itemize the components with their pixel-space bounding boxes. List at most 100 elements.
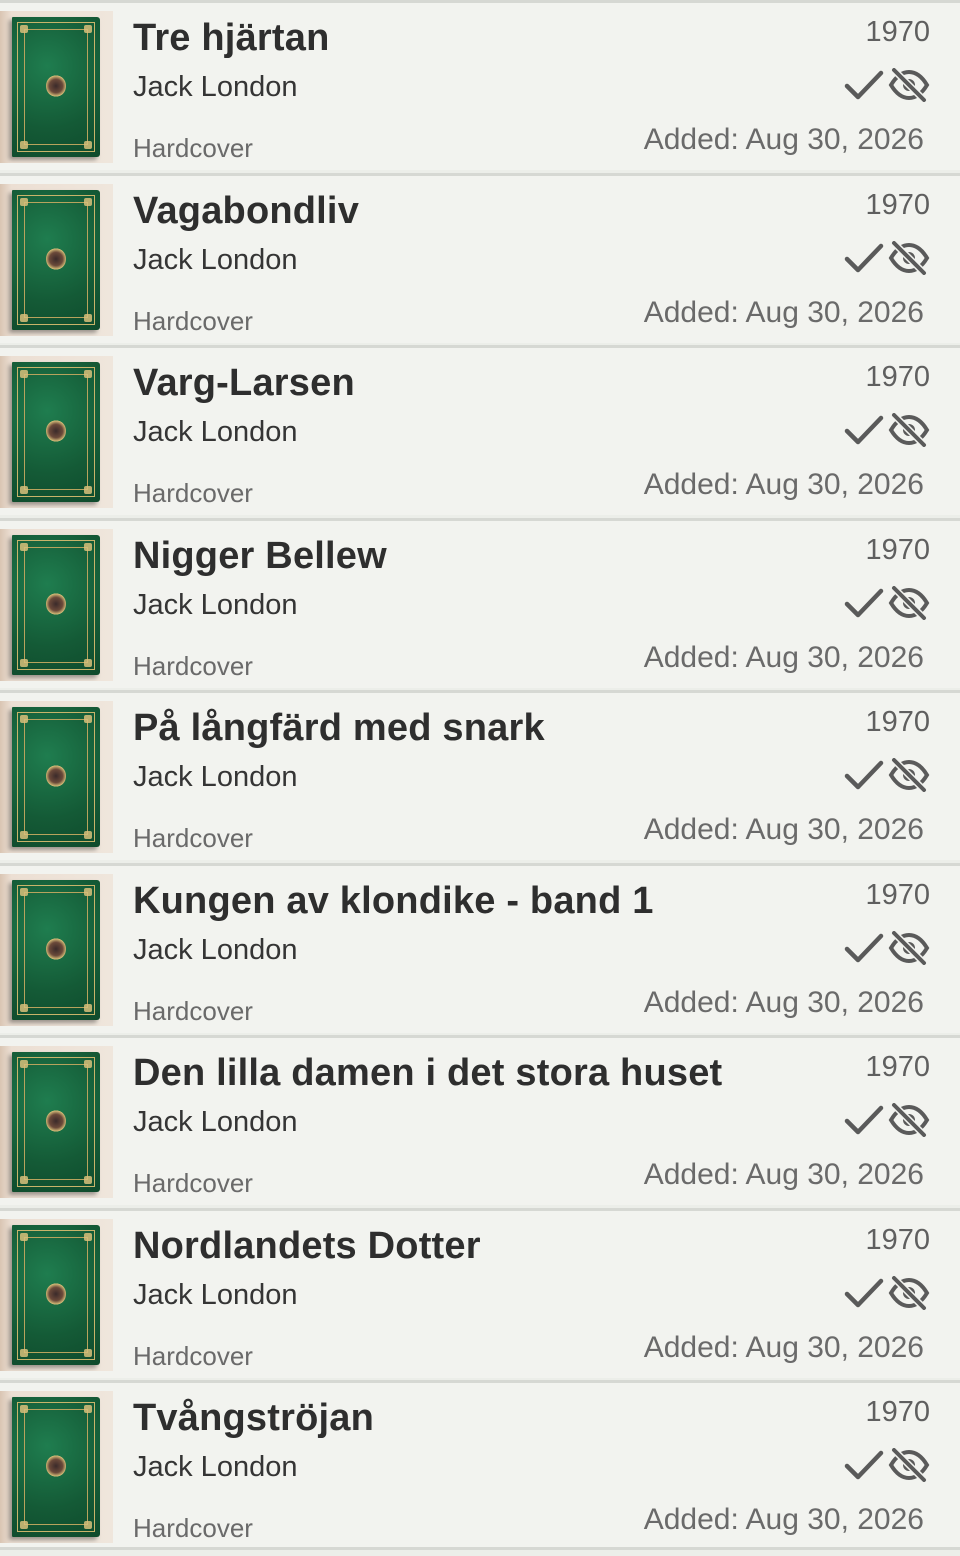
- book-year: 1970: [865, 706, 930, 738]
- cover-emblem: [46, 248, 66, 270]
- book-author: Jack London: [133, 934, 298, 966]
- check-icon[interactable]: [844, 68, 884, 102]
- book-title: Den lilla damen i det stora huset: [133, 1052, 723, 1094]
- status-icons: [844, 238, 930, 278]
- cover-ornament: [84, 888, 92, 896]
- status-icons: [844, 1445, 930, 1485]
- cover-emblem: [46, 75, 66, 97]
- check-icon[interactable]: [844, 413, 884, 447]
- date-added: Added: Aug 30, 2026: [643, 813, 924, 846]
- book-cover-thumbnail[interactable]: [0, 1046, 113, 1198]
- book-list-item[interactable]: Vagabondliv Jack London Hardcover 1970 A…: [0, 173, 960, 343]
- cover-ornament: [84, 25, 92, 33]
- cover-ornament: [84, 715, 92, 723]
- eye-off-icon[interactable]: [888, 586, 930, 620]
- check-icon[interactable]: [844, 241, 884, 275]
- book-list: Tre hjärtan Jack London Hardcover 1970 A…: [0, 0, 960, 1556]
- date-added: Added: Aug 30, 2026: [643, 1331, 924, 1364]
- check-icon[interactable]: [844, 1448, 884, 1482]
- cover-ornament: [84, 314, 92, 322]
- cover-ornament: [84, 198, 92, 206]
- cover-emblem: [46, 765, 66, 787]
- eye-off-icon[interactable]: [888, 1448, 930, 1482]
- eye-off-icon[interactable]: [888, 931, 930, 965]
- eye-off-icon[interactable]: [888, 1276, 930, 1310]
- cover-ornament: [84, 1004, 92, 1012]
- book-cover-thumbnail[interactable]: [0, 356, 113, 508]
- cover-ornament: [20, 198, 28, 206]
- cover-ornament: [84, 659, 92, 667]
- cover-emblem: [46, 420, 66, 442]
- date-added: Added: Aug 30, 2026: [643, 986, 924, 1019]
- cover-ornament: [20, 370, 28, 378]
- cover-emblem: [46, 1283, 66, 1305]
- book-format: Hardcover: [133, 306, 253, 336]
- book-list-item[interactable]: Kungen av klondike - band 1 Jack London …: [0, 863, 960, 1033]
- date-added: Added: Aug 30, 2026: [643, 641, 924, 674]
- check-icon[interactable]: [844, 758, 884, 792]
- book-title: Tre hjärtan: [133, 17, 330, 59]
- eye-off-icon[interactable]: [888, 241, 930, 275]
- book-cover-thumbnail[interactable]: [0, 529, 113, 681]
- book-cover-thumbnail[interactable]: [0, 701, 113, 853]
- book-author: Jack London: [133, 244, 298, 276]
- book-cover-thumbnail[interactable]: [0, 874, 113, 1026]
- cover-ornament: [20, 831, 28, 839]
- check-icon[interactable]: [844, 586, 884, 620]
- eye-off-icon[interactable]: [888, 758, 930, 792]
- book-author: Jack London: [133, 1279, 298, 1311]
- cover-ornament: [20, 314, 28, 322]
- book-format: Hardcover: [133, 1341, 253, 1371]
- cover-emblem: [46, 1455, 66, 1477]
- status-icons: [844, 410, 930, 450]
- cover-ornament: [20, 1233, 28, 1241]
- date-added: Added: Aug 30, 2026: [643, 1158, 924, 1191]
- eye-off-icon[interactable]: [888, 413, 930, 447]
- cover-emblem: [46, 1110, 66, 1132]
- eye-off-icon[interactable]: [888, 1103, 930, 1137]
- book-list-item[interactable]: På långfärd med snark Jack London Hardco…: [0, 690, 960, 860]
- eye-off-icon[interactable]: [888, 68, 930, 102]
- status-icons: [844, 1100, 930, 1140]
- book-year: 1970: [865, 189, 930, 221]
- book-cover-image: [12, 1052, 100, 1192]
- book-title: Varg-Larsen: [133, 362, 355, 404]
- book-year: 1970: [865, 361, 930, 393]
- book-cover-image: [12, 362, 100, 502]
- book-list-item[interactable]: Tre hjärtan Jack London Hardcover 1970 A…: [0, 0, 960, 170]
- cover-ornament: [84, 1176, 92, 1184]
- book-cover-thumbnail[interactable]: [0, 1391, 113, 1543]
- book-format: Hardcover: [133, 1513, 253, 1543]
- book-author: Jack London: [133, 761, 298, 793]
- book-list-item[interactable]: Tvångströjan Jack London Hardcover 1970 …: [0, 1380, 960, 1550]
- check-icon[interactable]: [844, 1103, 884, 1137]
- book-year: 1970: [865, 1051, 930, 1083]
- book-title: På långfärd med snark: [133, 707, 545, 749]
- status-icons: [844, 928, 930, 968]
- book-title: Tvångströjan: [133, 1397, 374, 1439]
- status-icons: [844, 65, 930, 105]
- book-year: 1970: [865, 1224, 930, 1256]
- book-cover-thumbnail[interactable]: [0, 1219, 113, 1371]
- cover-ornament: [84, 1405, 92, 1413]
- book-cover-image: [12, 707, 100, 847]
- cover-ornament: [84, 370, 92, 378]
- check-icon[interactable]: [844, 1276, 884, 1310]
- book-list-item[interactable]: Varg-Larsen Jack London Hardcover 1970 A…: [0, 345, 960, 515]
- book-cover-thumbnail[interactable]: [0, 184, 113, 336]
- book-cover-image: [12, 1225, 100, 1365]
- book-year: 1970: [865, 16, 930, 48]
- cover-ornament: [20, 888, 28, 896]
- cover-ornament: [20, 1349, 28, 1357]
- book-format: Hardcover: [133, 478, 253, 508]
- check-icon[interactable]: [844, 931, 884, 965]
- book-list-item[interactable]: Den lilla damen i det stora huset Jack L…: [0, 1035, 960, 1205]
- cover-emblem: [46, 938, 66, 960]
- book-list-item[interactable]: Nordlandets Dotter Jack London Hardcover…: [0, 1208, 960, 1378]
- book-cover-thumbnail[interactable]: [0, 11, 113, 163]
- cover-ornament: [20, 1176, 28, 1184]
- cover-ornament: [20, 25, 28, 33]
- cover-ornament: [20, 1060, 28, 1068]
- cover-ornament: [84, 1060, 92, 1068]
- book-list-item[interactable]: Nigger Bellew Jack London Hardcover 1970…: [0, 518, 960, 688]
